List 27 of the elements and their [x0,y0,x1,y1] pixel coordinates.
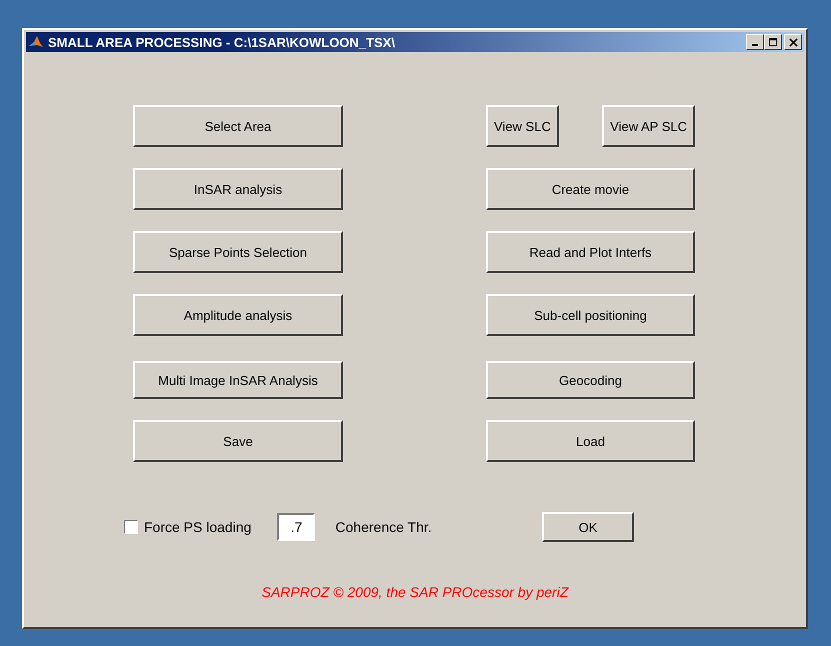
action-button[interactable]: Sub-cell positioning [486,294,695,336]
close-button[interactable] [784,34,802,50]
minimize-button[interactable] [746,34,764,50]
action-button[interactable]: Multi Image InSAR Analysis [133,361,343,399]
coherence-label: Coherence Thr. [335,519,432,535]
close-icon [788,38,798,46]
action-button[interactable]: Sparse Points Selection [133,231,343,273]
checkbox-label: Force PS loading [144,519,252,535]
action-button[interactable]: Create movie [486,168,695,210]
action-button[interactable]: Load [486,420,695,462]
window-title: SMALL AREA PROCESSING - C:\1SAR\KOWLOON_TSX\ [48,34,396,50]
minimize-icon [752,44,758,46]
coherence-field[interactable]: .7 [277,513,316,541]
ok-button[interactable]: OK [542,512,634,542]
action-button[interactable]: View SLC [486,105,559,147]
action-button[interactable]: InSAR analysis [133,168,343,210]
peak-logo-icon [28,34,44,50]
action-button[interactable]: Select Area [133,105,343,147]
copyright-text: SARPROZ © 2009, the SAR PROcessor by periZ [260,584,570,600]
checkbox[interactable] [124,520,138,534]
maximize-icon [768,38,778,46]
action-button[interactable]: Save [133,420,343,462]
action-button[interactable]: Read and Plot Interfs [486,231,695,273]
action-button[interactable]: View AP SLC [602,105,695,147]
maximize-button[interactable] [764,34,782,50]
action-button[interactable]: Geocoding [486,361,695,399]
action-button[interactable]: Amplitude analysis [133,294,343,336]
